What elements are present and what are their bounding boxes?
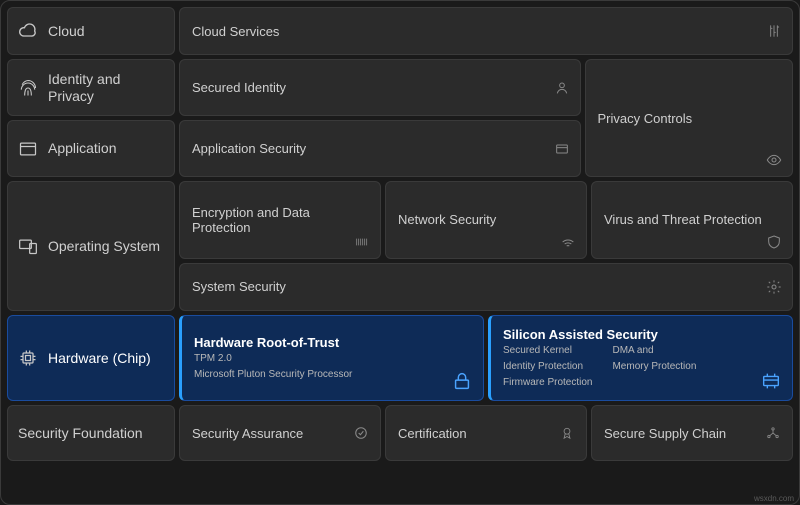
- card-system-security[interactable]: System Security: [179, 263, 793, 311]
- card-encryption-title: Encryption and Data Protection: [192, 205, 368, 235]
- card-certification-title: Certification: [398, 426, 467, 441]
- sidebar-hardware: Hardware (Chip): [7, 315, 175, 401]
- sidebar-foundation-label: Security Foundation: [18, 425, 143, 442]
- card-root-sub2: Microsoft Pluton Security Processor: [194, 368, 471, 382]
- card-supply-chain[interactable]: Secure Supply Chain: [591, 405, 793, 461]
- lock-icon: [451, 370, 473, 392]
- network-nodes-icon: [766, 426, 780, 440]
- barcode-icon: [354, 234, 370, 250]
- card-silicon-security[interactable]: Silicon Assisted Security Secured Kernel…: [488, 315, 793, 401]
- card-virus-threat[interactable]: Virus and Threat Protection: [591, 181, 793, 259]
- card-network-title: Network Security: [398, 212, 574, 227]
- card-certification[interactable]: Certification: [385, 405, 587, 461]
- row-cloud: Cloud Cloud Services: [7, 7, 793, 55]
- card-privacy-controls[interactable]: Privacy Controls: [585, 59, 794, 177]
- card-root-title: Hardware Root-of-Trust: [194, 335, 471, 350]
- sidebar-application: Application: [7, 120, 175, 177]
- silicon-c2-l2: Memory Protection: [612, 360, 696, 374]
- ribbon-icon: [560, 426, 574, 440]
- fingerprint-icon: [18, 78, 38, 98]
- card-root-sub1: TPM 2.0: [194, 352, 471, 366]
- sidebar-cloud: Cloud: [7, 7, 175, 55]
- cloud-icon: [18, 21, 38, 41]
- sidebar-application-label: Application: [48, 140, 117, 157]
- card-root-of-trust[interactable]: Hardware Root-of-Trust TPM 2.0 Microsoft…: [179, 315, 484, 401]
- chip-icon: [18, 348, 38, 368]
- row-os: Operating System Encryption and Data Pro…: [7, 181, 793, 311]
- person-icon: [554, 80, 570, 96]
- shield-icon: [766, 234, 782, 250]
- sidebar-os-label: Operating System: [48, 238, 160, 255]
- card-secured-identity-title: Secured Identity: [192, 80, 568, 95]
- sidebar-hardware-label: Hardware (Chip): [48, 350, 151, 367]
- silicon-c1-l2: Identity Protection: [503, 360, 592, 374]
- row-hardware: Hardware (Chip) Hardware Root-of-Trust T…: [7, 315, 793, 401]
- card-chip-icon: [760, 370, 782, 392]
- card-assurance-title: Security Assurance: [192, 426, 303, 441]
- card-network-security[interactable]: Network Security: [385, 181, 587, 259]
- card-virus-title: Virus and Threat Protection: [604, 212, 780, 227]
- card-cloud-services-title: Cloud Services: [192, 24, 780, 39]
- card-security-assurance[interactable]: Security Assurance: [179, 405, 381, 461]
- checkmark-icon: [354, 426, 368, 440]
- sidebar-os: Operating System: [7, 181, 175, 311]
- card-supply-title: Secure Supply Chain: [604, 426, 726, 441]
- card-secured-identity[interactable]: Secured Identity: [179, 59, 581, 116]
- row-foundation: Security Foundation Security Assurance C…: [7, 405, 793, 461]
- row-identity-app: Identity and Privacy Application Secured…: [7, 59, 793, 177]
- window-icon: [18, 139, 38, 159]
- gear-icon: [766, 279, 782, 295]
- card-cloud-services[interactable]: Cloud Services: [179, 7, 793, 55]
- card-application-security[interactable]: Application Security: [179, 120, 581, 177]
- silicon-c2-l1: DMA and: [612, 344, 696, 358]
- card-system-title: System Security: [192, 279, 780, 294]
- silicon-c1-l1: Secured Kernel: [503, 344, 592, 358]
- sidebar-identity-label: Identity and Privacy: [48, 71, 164, 105]
- card-application-security-title: Application Security: [192, 141, 568, 156]
- sidebar-identity: Identity and Privacy: [7, 59, 175, 116]
- wifi-icon: [560, 234, 576, 250]
- eye-icon: [766, 152, 782, 168]
- devices-icon: [18, 236, 38, 256]
- card-silicon-title: Silicon Assisted Security: [503, 327, 780, 342]
- sliders-icon: [766, 23, 782, 39]
- watermark: wsxdn.com: [754, 494, 794, 503]
- app-window-icon: [554, 141, 570, 157]
- card-encryption[interactable]: Encryption and Data Protection: [179, 181, 381, 259]
- sidebar-cloud-label: Cloud: [48, 23, 85, 40]
- card-privacy-controls-title: Privacy Controls: [598, 111, 693, 126]
- sidebar-foundation: Security Foundation: [7, 405, 175, 461]
- silicon-c1-l3: Firmware Protection: [503, 376, 592, 390]
